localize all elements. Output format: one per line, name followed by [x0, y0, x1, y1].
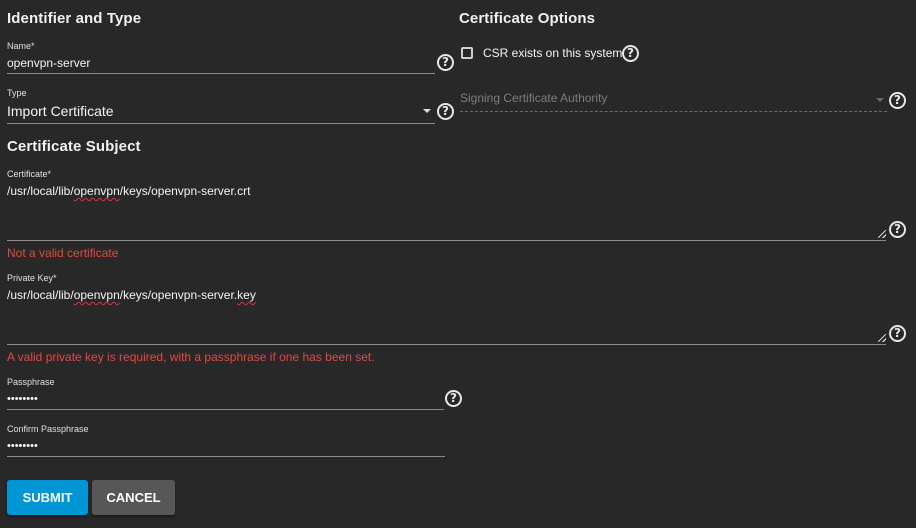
name-input[interactable]: openvpn-server — [7, 56, 90, 70]
passphrase-label: Passphrase — [7, 377, 55, 387]
type-label: Type — [7, 88, 27, 98]
csr-exists-label[interactable]: CSR exists on this system — [483, 46, 622, 60]
confirm-passphrase-underline — [7, 456, 445, 457]
signing-ca-underline — [460, 111, 887, 112]
passphrase-underline — [7, 409, 444, 410]
passphrase-help-icon[interactable]: ? — [445, 390, 462, 407]
cancel-button[interactable]: CANCEL — [92, 480, 175, 515]
confirm-passphrase-input[interactable]: •••••••• — [7, 440, 38, 452]
type-select-value[interactable]: Import Certificate — [7, 103, 114, 119]
private-key-textarea[interactable]: /usr/local/lib/openvpn/keys/openvpn-serv… — [7, 288, 256, 302]
signing-ca-select[interactable]: Signing Certificate Authority — [460, 91, 607, 105]
name-input-underline — [7, 73, 435, 74]
type-help-icon[interactable]: ? — [437, 103, 454, 120]
type-select-underline — [7, 123, 435, 124]
certificate-error: Not a valid certificate — [7, 246, 119, 260]
csr-exists-checkbox[interactable] — [461, 47, 473, 59]
certificate-options-title: Certificate Options — [459, 10, 596, 27]
certificate-label: Certificate* — [7, 169, 52, 179]
name-help-icon[interactable]: ? — [437, 54, 454, 71]
submit-button[interactable]: SUBMIT — [7, 480, 88, 515]
certificate-help-icon[interactable]: ? — [889, 221, 906, 238]
private-key-error: A valid private key is required, with a … — [7, 350, 375, 364]
passphrase-input[interactable]: •••••••• — [7, 393, 38, 405]
identifier-type-title: Identifier and Type — [7, 10, 142, 27]
certificate-subject-title: Certificate Subject — [7, 138, 141, 155]
private-key-help-icon[interactable]: ? — [889, 325, 906, 342]
signing-ca-help-icon[interactable]: ? — [889, 92, 906, 109]
private-key-textarea-underline — [7, 344, 886, 345]
csr-help-icon[interactable]: ? — [622, 45, 639, 62]
certificate-resize-handle[interactable] — [878, 230, 886, 238]
name-label: Name* — [7, 41, 35, 51]
confirm-passphrase-label: Confirm Passphrase — [7, 424, 89, 434]
private-key-label: Private Key* — [7, 273, 57, 283]
type-dropdown-caret-icon[interactable] — [423, 109, 431, 113]
certificate-textarea[interactable]: /usr/local/lib/openvpn/keys/openvpn-serv… — [7, 184, 250, 198]
signing-ca-dropdown-caret-icon[interactable] — [876, 98, 884, 102]
private-key-resize-handle[interactable] — [878, 334, 886, 342]
certificate-textarea-underline — [7, 240, 886, 241]
